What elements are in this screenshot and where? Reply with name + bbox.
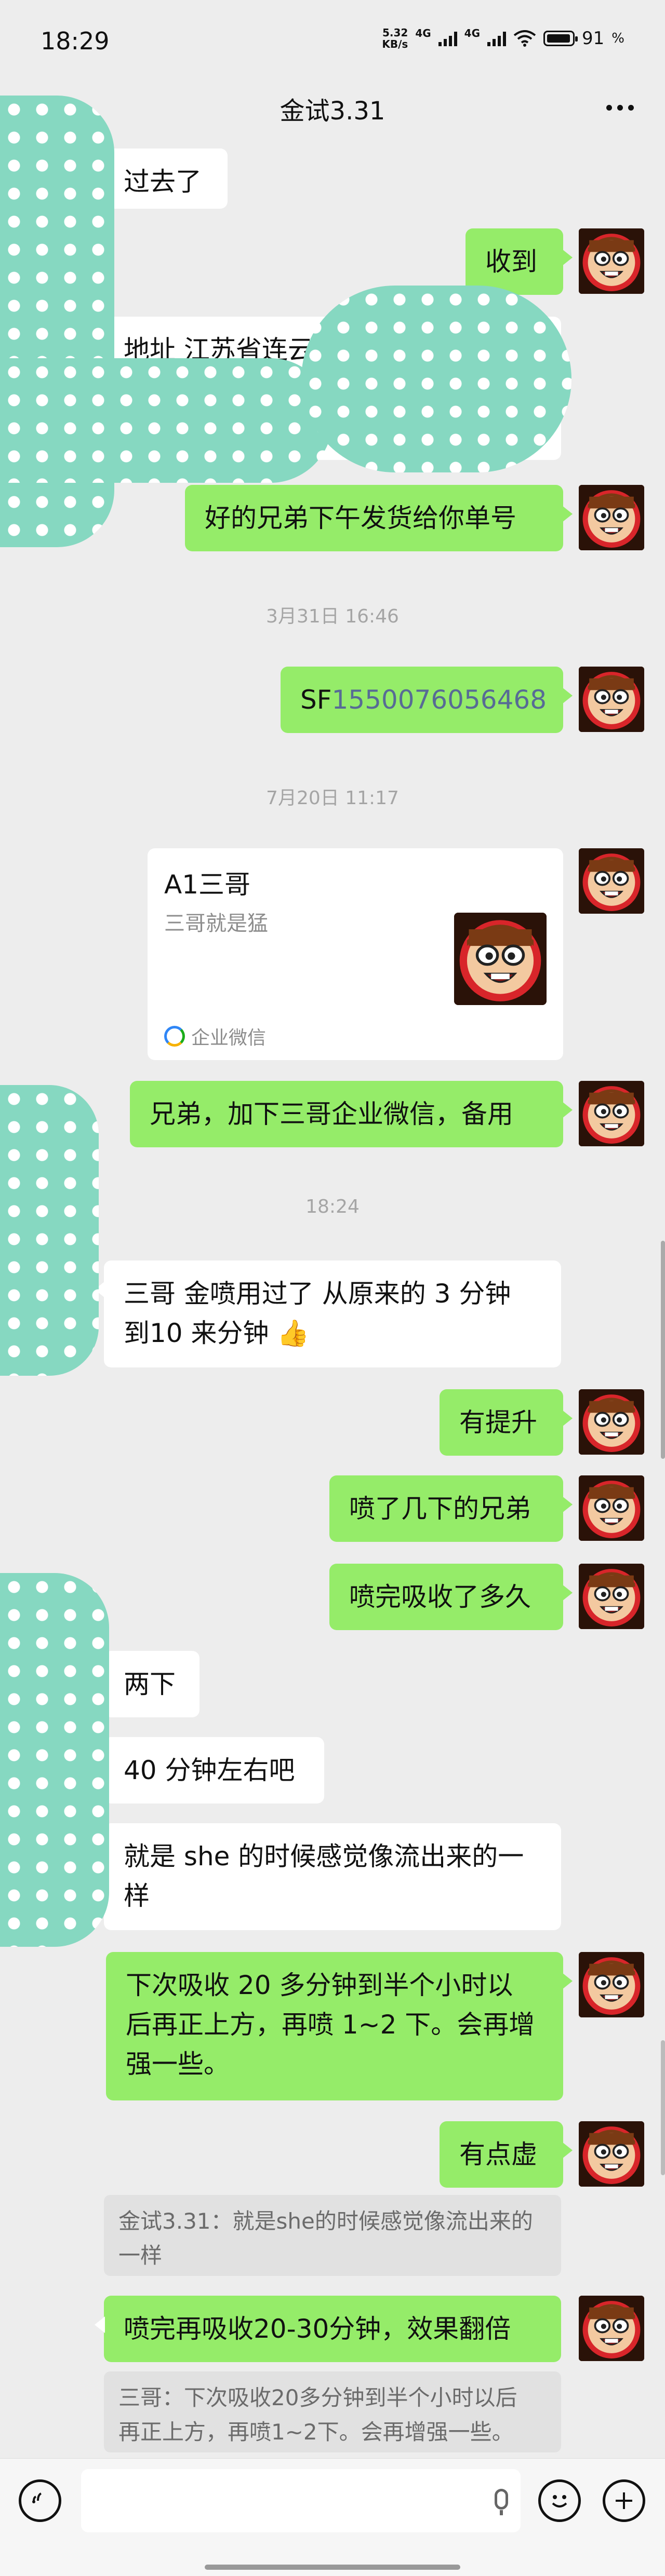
message-bubble[interactable]: 喷完再吸收20-30分钟，效果翻倍 [95, 2296, 561, 2362]
message-input[interactable] [81, 2469, 521, 2532]
message-bubble[interactable]: 喷完吸收了多久 [329, 1564, 573, 1630]
message-bubble[interactable]: 有提升 [440, 1389, 573, 1456]
scrollbar-secondary [661, 2040, 665, 2175]
scrollbar[interactable] [661, 1241, 665, 1459]
timestamp: 7月20日 11:17 [266, 788, 399, 809]
redaction-blob [0, 358, 332, 483]
contact-card[interactable]: A1三哥 三哥就是猛 企业微信 [148, 848, 563, 1060]
message-bubble[interactable]: SF1550076056468 [281, 667, 573, 733]
message-bubble[interactable]: 三哥 金喷用过了 从原来的 3 分钟 到10 来分钟 👍 [95, 1260, 561, 1367]
timestamp: 18:24 [305, 1196, 360, 1217]
wecom-icon [164, 1026, 185, 1047]
signal-icon-2 [487, 31, 507, 46]
input-bar [0, 2458, 665, 2576]
battery-icon [543, 31, 578, 46]
message-bubble[interactable]: 下次吸收 20 多分钟到半个小时以 后再正上方，再喷 1~2 下。会再增 强一些… [106, 1952, 573, 2100]
redaction-blob [0, 1085, 99, 1376]
avatar[interactable] [579, 2121, 644, 2187]
avatar[interactable] [579, 485, 644, 550]
net-type-2: 4G [464, 27, 481, 39]
avatar[interactable] [579, 1952, 644, 2017]
message-bubble[interactable]: 收到 [466, 228, 573, 295]
card-name: A1三哥 [164, 870, 251, 900]
quoted-message[interactable]: 金试3.31：就是she的时候感觉像流出来的 一样 [104, 2195, 561, 2276]
status-icons: 5.32 KB/s 4G 4G 91% [382, 26, 624, 50]
message-bubble[interactable]: 40 分钟左右吧 [95, 1737, 324, 1804]
timestamp: 3月31日 16:46 [266, 606, 399, 627]
tracking-number-link[interactable]: 1550076056468 [332, 685, 547, 715]
redaction-blob [301, 286, 571, 472]
message-bubble[interactable]: 喷了几下的兄弟 [329, 1475, 573, 1542]
battery-level: 91 [582, 28, 605, 49]
signal-icon [438, 31, 457, 46]
message-bubble[interactable]: 两下 [95, 1651, 200, 1717]
card-source: 企业微信 [164, 1023, 266, 1050]
message-bubble[interactable]: 过去了 [95, 148, 228, 209]
message-bubble[interactable]: 好的兄弟下午发货给你单号 [185, 485, 573, 551]
voice-icon[interactable] [19, 2479, 61, 2522]
card-avatar [454, 913, 547, 1005]
message-bubble[interactable]: 兄弟，加下三哥企业微信，备用 [130, 1081, 573, 1147]
card-subtitle: 三哥就是猛 [164, 912, 268, 936]
wifi-icon [513, 30, 536, 47]
avatar[interactable] [579, 1389, 644, 1455]
plus-icon[interactable] [603, 2479, 645, 2522]
emoji-icon[interactable] [538, 2479, 581, 2522]
avatar[interactable] [579, 1475, 644, 1541]
avatar[interactable] [579, 1081, 644, 1146]
avatar[interactable] [579, 1564, 644, 1629]
redaction-blob [0, 1573, 109, 1947]
avatar[interactable] [579, 667, 644, 732]
message-bubble[interactable]: 就是 she 的时候感觉像流出来的一 样 [95, 1823, 561, 1930]
ellipsis-icon[interactable] [606, 105, 634, 111]
status-time: 18:29 [41, 27, 110, 55]
status-bar: 18:29 5.32 KB/s 4G 4G 91% [0, 0, 665, 78]
avatar[interactable] [579, 2296, 644, 2361]
mic-icon[interactable] [495, 2489, 508, 2515]
net-type-1: 4G [415, 27, 431, 39]
message-bubble[interactable]: 有点虚 [440, 2121, 573, 2188]
home-indicator[interactable] [205, 2565, 460, 2570]
avatar[interactable] [579, 228, 644, 294]
quoted-message[interactable]: 三哥：下次吸收20多分钟到半个小时以后 再正上方，再喷1~2下。会再增强一些。 [104, 2371, 561, 2452]
avatar[interactable] [579, 848, 644, 914]
net-speed: 5.32 KB/s [382, 26, 408, 50]
